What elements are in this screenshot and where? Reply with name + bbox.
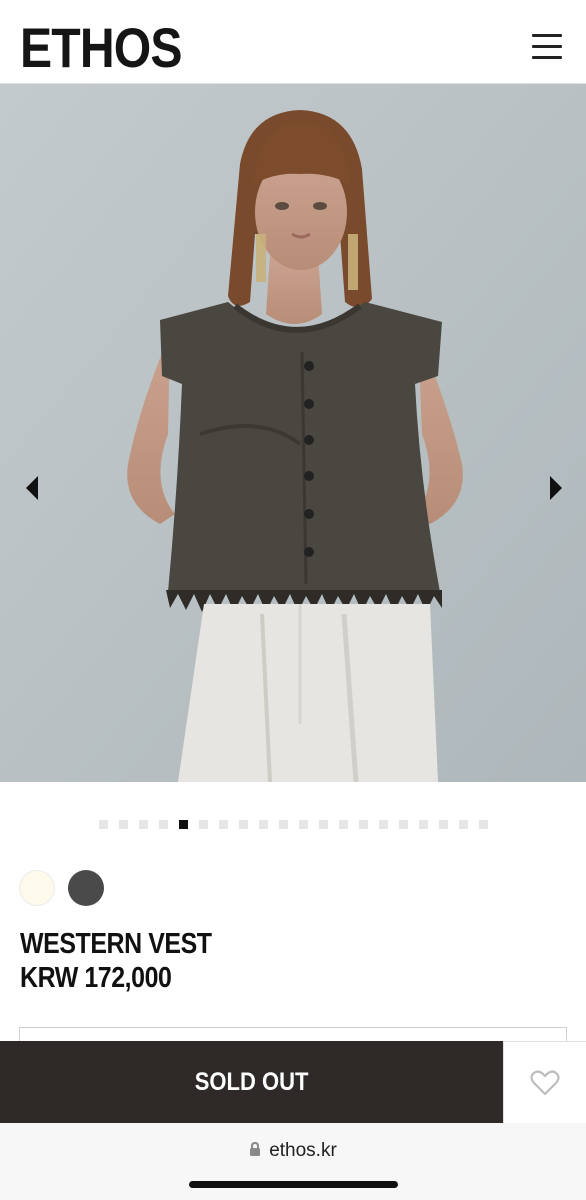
product-price: KRW 172,000 xyxy=(20,962,172,994)
pager-dot[interactable] xyxy=(439,820,448,829)
pager-dot[interactable] xyxy=(139,820,148,829)
pager-dot[interactable] xyxy=(399,820,408,829)
pager-dot[interactable] xyxy=(219,820,228,829)
pager-dot[interactable] xyxy=(99,820,108,829)
pager-dot[interactable] xyxy=(119,820,128,829)
lock-icon xyxy=(249,1141,261,1163)
pager-dot[interactable] xyxy=(279,820,288,829)
sold-out-label: SOLD OUT xyxy=(194,1067,309,1096)
purchase-bar: SOLD OUT xyxy=(0,1041,586,1123)
heart-icon xyxy=(530,1069,560,1095)
home-indicator[interactable] xyxy=(189,1181,398,1188)
pager-dot[interactable] xyxy=(339,820,348,829)
product-photo xyxy=(0,84,586,782)
color-swatch-charcoal[interactable] xyxy=(68,870,104,906)
pager-dot[interactable] xyxy=(239,820,248,829)
wishlist-button[interactable] xyxy=(503,1041,586,1123)
url-text: ethos.kr xyxy=(269,1140,337,1161)
pager-dot[interactable] xyxy=(359,820,368,829)
pager-dot[interactable] xyxy=(319,820,328,829)
site-header: ETHOS xyxy=(0,0,586,84)
pager-dot[interactable] xyxy=(459,820,468,829)
url-display[interactable]: ethos.kr xyxy=(0,1140,586,1163)
arrow-right-icon[interactable] xyxy=(544,474,566,502)
pager-dot[interactable] xyxy=(299,820,308,829)
arrow-left-icon[interactable] xyxy=(22,474,44,502)
pager-dot[interactable] xyxy=(419,820,428,829)
pager-dot[interactable] xyxy=(199,820,208,829)
pager-dot[interactable] xyxy=(379,820,388,829)
sold-out-button[interactable]: SOLD OUT xyxy=(0,1041,503,1123)
pager-dot-active[interactable] xyxy=(179,820,188,829)
pager-dot[interactable] xyxy=(259,820,268,829)
product-name: WESTERN VEST xyxy=(20,928,212,960)
color-swatch-cream[interactable] xyxy=(19,870,55,906)
site-logo[interactable]: ETHOS xyxy=(20,18,182,78)
pager-dot[interactable] xyxy=(479,820,488,829)
browser-address-bar: ethos.kr xyxy=(0,1123,586,1200)
pager-dot[interactable] xyxy=(159,820,168,829)
product-image-carousel[interactable] xyxy=(0,84,586,782)
hamburger-menu-icon[interactable] xyxy=(532,34,566,64)
carousel-pagination xyxy=(0,820,586,832)
